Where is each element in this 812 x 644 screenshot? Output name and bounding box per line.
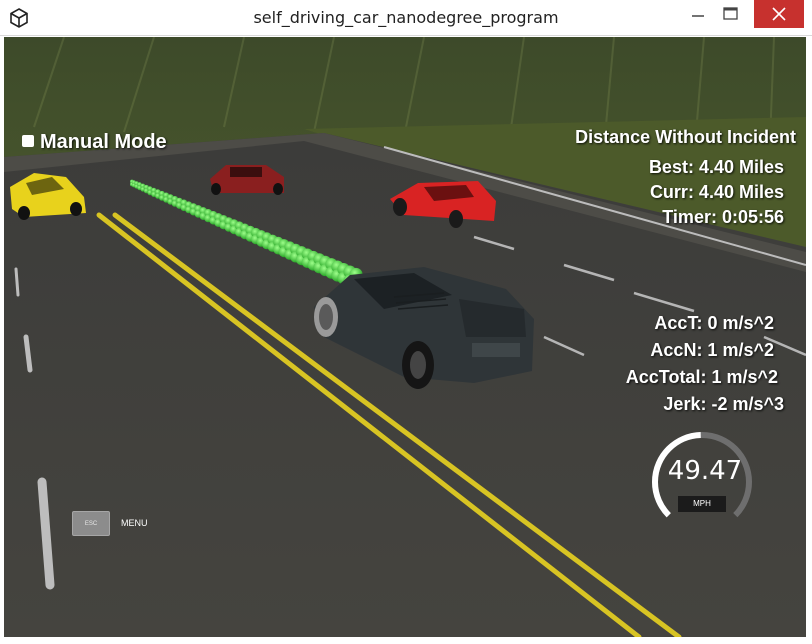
current-distance: Curr: 4.40 Miles [649,182,784,202]
window-titlebar: self_driving_car_nanodegree_program [0,0,812,36]
manual-mode-label: Manual Mode [40,131,167,153]
maximize-icon [723,7,738,20]
game-viewport[interactable]: Manual Mode Distance Without Incident Be… [4,37,806,637]
speed-unit: MPH [678,496,726,512]
minimize-icon [692,15,704,17]
acc-t-readout: AccT: 0 m/s^2 [654,313,774,333]
timer: Timer: 0:05:56 [662,207,784,227]
manual-mode-checkbox[interactable] [22,135,34,147]
acc-total-readout: AccTotal: 1 m/s^2 [625,367,778,387]
distance-stats-title: Distance Without Incident [575,127,796,147]
menu-label: MENU [121,518,148,528]
speed-value: 49.47 [667,456,743,486]
close-icon [772,7,786,21]
maximize-button[interactable] [716,0,746,28]
acc-n-readout: AccN: 1 m/s^2 [650,340,774,360]
minimize-button[interactable] [686,0,712,28]
esc-key-button[interactable]: ESC [72,511,110,536]
close-button[interactable] [754,0,804,28]
best-distance: Best: 4.40 Miles [648,157,784,177]
jerk-readout: Jerk: -2 m/s^3 [663,394,784,414]
